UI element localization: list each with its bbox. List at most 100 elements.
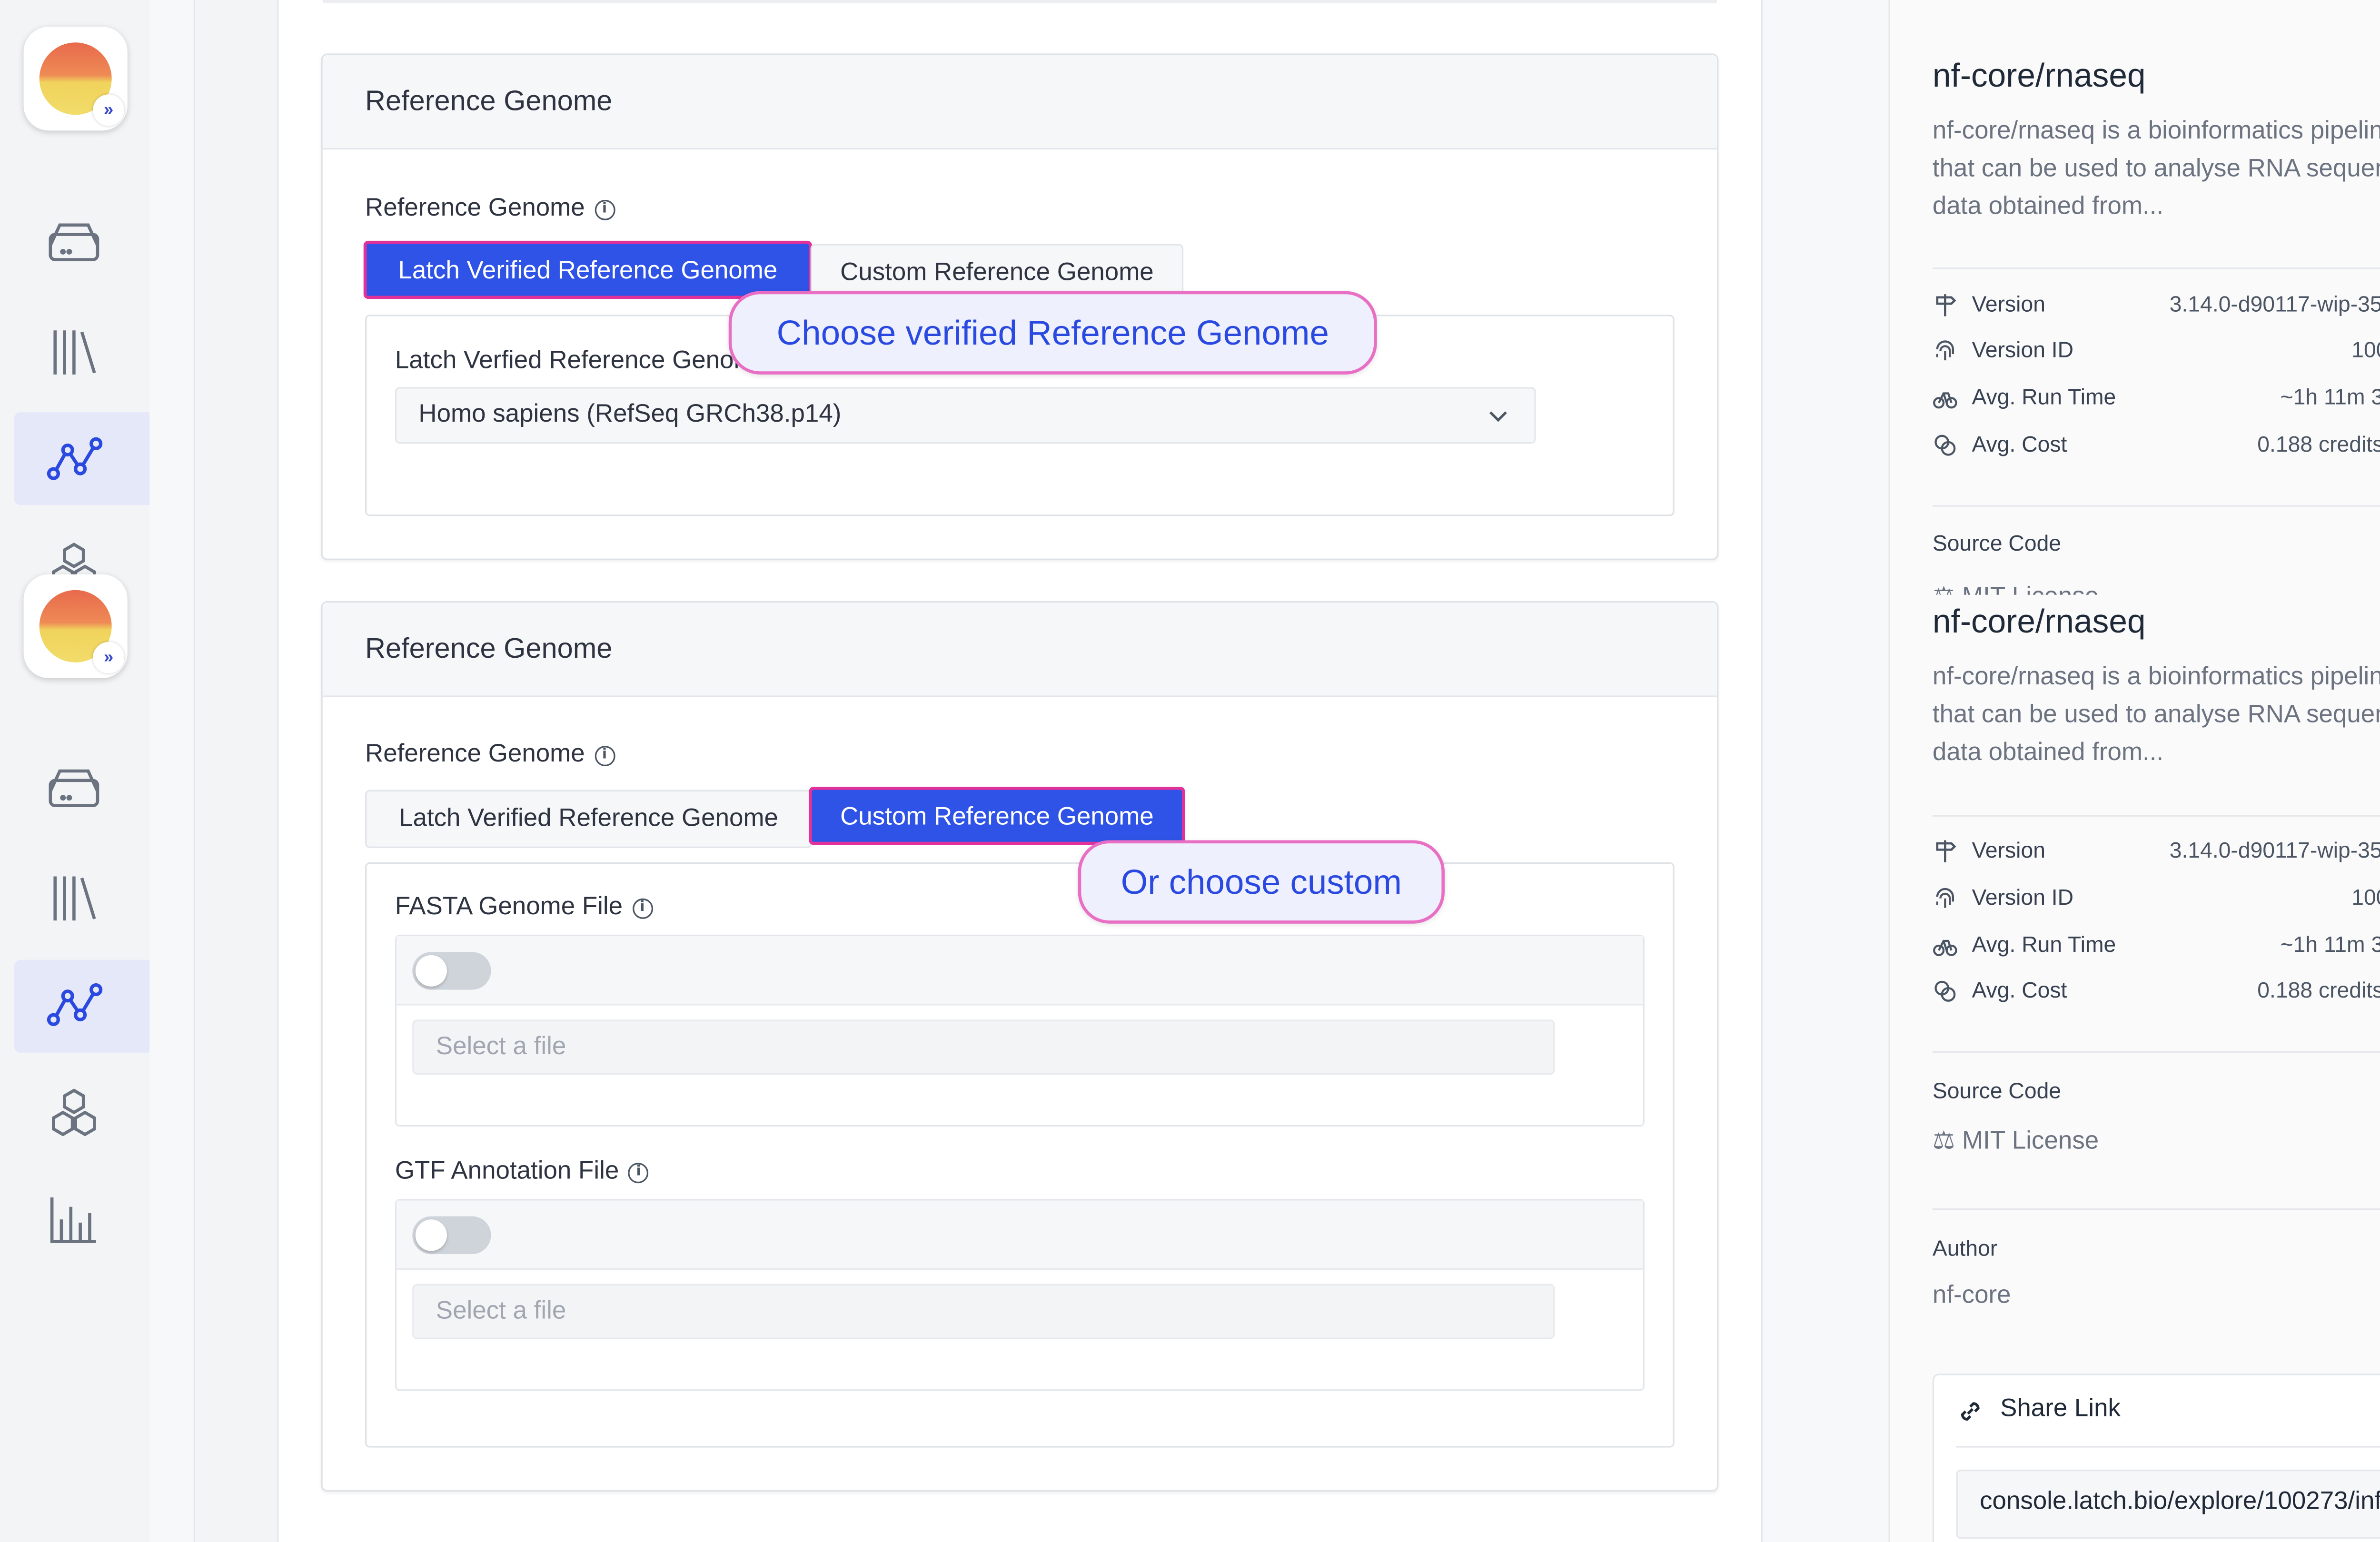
card-title: Reference Genome <box>365 85 613 117</box>
fasta-toggle[interactable] <box>412 952 491 990</box>
workflow-icon[interactable] <box>42 428 105 491</box>
clipped-license-row: ⚖ MIT License <box>1933 582 2380 595</box>
workflow-icon[interactable] <box>42 974 105 1037</box>
row-value: ~1h 11m 30.2s <box>2280 931 2380 957</box>
tab-custom[interactable]: Custom Reference Genome <box>809 787 1185 845</box>
gtf-toggle-bar <box>397 1200 1643 1270</box>
divider <box>1932 505 2380 507</box>
info-icon[interactable]: i <box>628 1163 649 1184</box>
latch-logo[interactable]: » <box>23 27 128 131</box>
version-row: Version 3.14.0-d90117-wip-35135f <box>1933 291 2380 323</box>
workflow-title: nf-core/rnaseq <box>1932 604 2146 641</box>
latch-logo[interactable]: » <box>23 574 128 678</box>
row-key: Version ID <box>1972 336 2074 362</box>
version-id-row: Version ID 100273 <box>1933 884 2380 916</box>
workflow-description: nf-core/rnaseq is a bioinformatics pipel… <box>1932 664 2380 767</box>
avg-cost-row: Avg. Cost 0.188 credits/min <box>1933 977 2380 1008</box>
author-label: Author <box>1932 1235 1998 1261</box>
fingerprint-icon <box>1936 888 1954 908</box>
library-icon[interactable] <box>42 867 105 930</box>
row-key: Version ID <box>1972 884 2074 909</box>
expand-badge-icon[interactable]: » <box>93 642 125 674</box>
card-title: Reference Genome <box>365 633 613 664</box>
toggle-knob <box>415 1219 447 1251</box>
genome-select[interactable]: Homo sapiens (RefSeq GRCh38.p14) <box>395 387 1536 444</box>
row-key: Version <box>1972 291 2045 316</box>
license-text: ⚖ MIT License <box>1933 582 2099 595</box>
avg-cost-row: Avg. Cost 0.188 credits/min <box>1933 431 2380 463</box>
tab-latch-verified[interactable]: Latch Verified Reference Genome <box>365 790 812 848</box>
divider <box>1932 1051 2380 1053</box>
row-value: 3.14.0-d90117-wip-35135f <box>2169 291 2380 316</box>
divider <box>1956 1446 2380 1448</box>
row-value: 0.188 credits/min <box>2257 977 2380 1002</box>
bike-icon <box>1933 939 1957 956</box>
signpost-icon <box>1936 840 1956 862</box>
row-key: Avg. Cost <box>1972 431 2067 456</box>
row-value: 0.188 credits/min <box>2257 431 2380 456</box>
divider <box>1932 267 2380 269</box>
drive-icon[interactable] <box>42 212 105 275</box>
callout-verified: Choose verified Reference Genome <box>728 291 1377 375</box>
gtf-toggle[interactable] <box>412 1216 491 1254</box>
author-name: nf-core <box>1932 1282 2011 1309</box>
row-key: Avg. Run Time <box>1972 384 2116 409</box>
source-code-label: Source Code <box>1932 530 2062 556</box>
fasta-file-picker: Select a file <box>395 934 1645 1127</box>
row-value: ~1h 11m 30.2s <box>2280 384 2380 409</box>
fasta-file-input[interactable]: Select a file <box>412 1019 1555 1075</box>
registry-icon[interactable] <box>42 1081 105 1144</box>
fasta-toggle-bar <box>397 936 1643 1006</box>
chevron-down-icon <box>1489 411 1507 422</box>
bike-icon <box>1933 392 1957 409</box>
license-name: MIT License <box>1962 584 2099 595</box>
avg-run-time-row: Avg. Run Time ~1h 11m 30.2s <box>1933 931 2380 963</box>
avg-run-time-row: Avg. Run Time ~1h 11m 30.2s <box>1933 384 2380 415</box>
version-row: Version 3.14.0-d90117-wip-35135f <box>1933 837 2380 869</box>
signpost-icon <box>1936 294 1956 316</box>
tab-latch-verified[interactable]: Latch Verified Reference Genome <box>363 240 812 299</box>
fingerprint-icon <box>1936 340 1954 361</box>
card-header: Reference Genome <box>322 55 1717 150</box>
verified-genome-label: Latch Verfied Reference Genome <box>395 347 742 375</box>
genome-select-value: Homo sapiens (RefSeq GRCh38.p14) <box>418 401 842 428</box>
info-icon[interactable]: i <box>594 199 615 220</box>
fasta-file-label: FASTA Genome File i <box>395 894 653 922</box>
row-key: Avg. Cost <box>1972 977 2067 1002</box>
library-icon[interactable] <box>42 321 105 384</box>
card-header: Reference Genome <box>322 603 1717 697</box>
gtf-file-label: GTF Annotation File i <box>395 1158 649 1186</box>
row-value: 3.14.0-d90117-wip-35135f <box>2169 837 2380 862</box>
gtf-file-picker: Select a file <box>395 1199 1645 1391</box>
scale-icon: ⚖ <box>1933 584 1955 595</box>
share-url: console.latch.bio/explore/100273/info <box>1980 1488 2380 1515</box>
license-link[interactable]: ⚖ MIT License <box>1933 1125 2099 1156</box>
gtf-file-input[interactable]: Select a file <box>412 1284 1555 1339</box>
source-code-label: Source Code <box>1932 1077 2062 1103</box>
coins-icon <box>1934 980 1956 1002</box>
coins-icon <box>1934 435 1956 456</box>
info-icon[interactable]: i <box>594 746 615 767</box>
drive-icon[interactable] <box>42 759 105 821</box>
version-id-row: Version ID 100273 <box>1933 337 2380 368</box>
row-value: 100273 <box>2351 336 2380 362</box>
toggle-knob <box>415 955 447 987</box>
row-value: 100273 <box>2351 884 2380 909</box>
analytics-icon[interactable] <box>42 1188 105 1251</box>
row-key: Version <box>1972 837 2045 862</box>
previous-card-edge <box>322 0 1717 3</box>
info-icon[interactable]: i <box>632 898 653 919</box>
share-link-box: Share Link console.latch.bio/explore/100… <box>1932 1374 2380 1542</box>
row-key: Avg. Run Time <box>1972 931 2116 957</box>
link-icon <box>1956 1397 1985 1426</box>
divider <box>1932 1208 2380 1210</box>
callout-custom: Or choose custom <box>1078 840 1445 924</box>
share-link-label: Share Link <box>2000 1395 2121 1423</box>
workflow-title: nf-core/rnaseq <box>1932 58 2146 95</box>
reference-genome-label: Reference Genome i <box>365 741 615 770</box>
workflow-description: nf-core/rnaseq is a bioinformatics pipel… <box>1932 118 2380 220</box>
expand-badge-icon[interactable]: » <box>93 94 125 126</box>
share-url-field[interactable]: console.latch.bio/explore/100273/info <box>1956 1469 2380 1539</box>
reference-genome-label: Reference Genome i <box>365 195 615 224</box>
divider <box>1932 815 2380 817</box>
